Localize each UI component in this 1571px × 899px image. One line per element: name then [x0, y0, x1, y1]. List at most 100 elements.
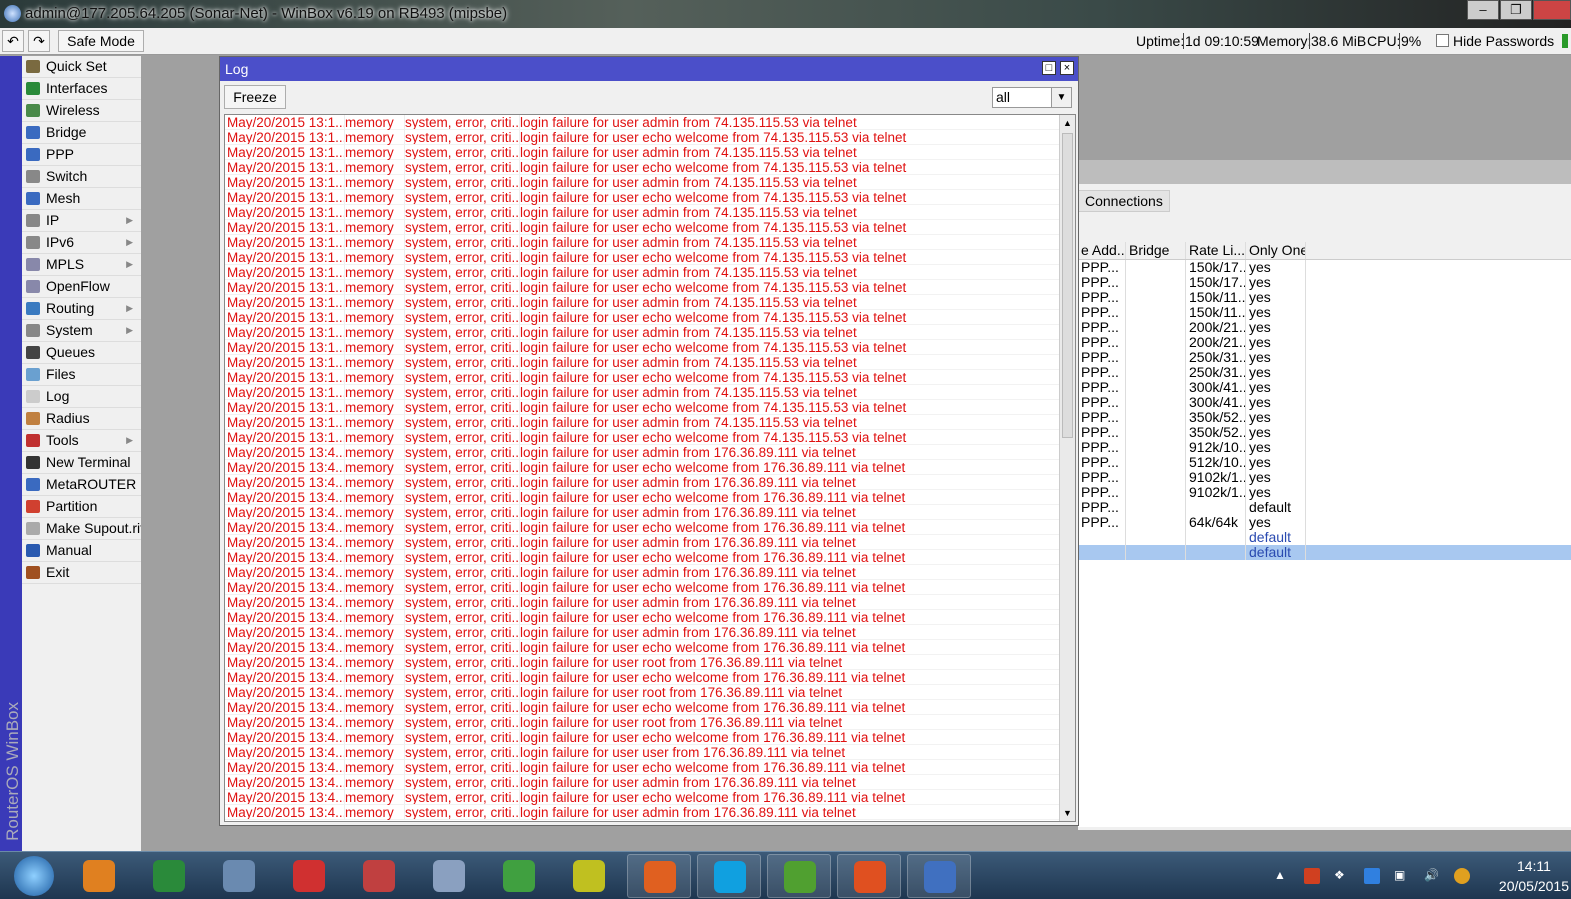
minimize-button[interactable]: –: [1467, 0, 1499, 20]
table-row[interactable]: PPP... 200k/21... yes: [1078, 335, 1571, 350]
taskbar-app-winbox[interactable]: [907, 854, 971, 898]
sidebar-item-wireless[interactable]: Wireless: [22, 100, 141, 122]
sidebar-item-ipv6[interactable]: IPv6 ▶: [22, 232, 141, 254]
sidebar-item-interfaces[interactable]: Interfaces: [22, 78, 141, 100]
log-row[interactable]: May/20/2015 13:4... memory system, error, …: [225, 670, 1075, 685]
dropbox-icon[interactable]: ❖: [1334, 868, 1350, 884]
log-row[interactable]: May/20/2015 13:1... memory system, error, …: [225, 370, 1075, 385]
table-row[interactable]: PPP... 512k/10... yes: [1078, 455, 1571, 470]
log-row[interactable]: May/20/2015 13:1... memory system, error, …: [225, 400, 1075, 415]
sidebar-item-exit[interactable]: Exit: [22, 562, 141, 584]
log-row[interactable]: May/20/2015 13:4... memory system, error, …: [225, 625, 1075, 640]
log-row[interactable]: May/20/2015 13:4... memory system, error, …: [225, 730, 1075, 745]
taskbar-app-spreadsheet[interactable]: [137, 854, 201, 898]
column-header[interactable]: Bridge: [1126, 242, 1186, 259]
sidebar-item-radius[interactable]: Radius: [22, 408, 141, 430]
log-row[interactable]: May/20/2015 13:4... memory system, error, …: [225, 640, 1075, 655]
log-row[interactable]: May/20/2015 13:4... memory system, error, …: [225, 445, 1075, 460]
log-row[interactable]: May/20/2015 13:1... memory system, error, …: [225, 265, 1075, 280]
volume-icon[interactable]: 🔊: [1424, 868, 1440, 884]
log-row[interactable]: May/20/2015 13:1... memory system, error, …: [225, 175, 1075, 190]
log-row[interactable]: May/20/2015 13:4... memory system, error, …: [225, 580, 1075, 595]
log-row[interactable]: May/20/2015 13:4... memory system, error, …: [225, 550, 1075, 565]
column-header[interactable]: Only One: [1246, 242, 1306, 259]
sidebar-item-ppp[interactable]: PPP: [22, 144, 141, 166]
log-row[interactable]: May/20/2015 13:1... memory system, error, …: [225, 310, 1075, 325]
log-row[interactable]: May/20/2015 13:4... memory system, error, …: [225, 745, 1075, 760]
log-row[interactable]: May/20/2015 13:1... memory system, error, …: [225, 250, 1075, 265]
redo-button[interactable]: ↷: [28, 30, 50, 52]
chevron-down-icon[interactable]: ▼: [1051, 88, 1071, 107]
table-row[interactable]: PPP... default: [1078, 500, 1571, 515]
show-hidden-icons[interactable]: ▲: [1274, 868, 1290, 884]
table-row[interactable]: PPP... 250k/31... yes: [1078, 350, 1571, 365]
log-row[interactable]: May/20/2015 13:1... memory system, error, …: [225, 115, 1075, 130]
taskbar-app-media-player[interactable]: [67, 854, 131, 898]
taskbar-app-skype[interactable]: [697, 854, 761, 898]
scroll-down-icon[interactable]: ▼: [1060, 805, 1075, 821]
table-row[interactable]: PPP... 200k/21... yes: [1078, 320, 1571, 335]
taskbar-app-network-tool[interactable]: [487, 854, 551, 898]
sidebar-item-switch[interactable]: Switch: [22, 166, 141, 188]
maximize-button[interactable]: ❐: [1500, 0, 1532, 20]
table-row[interactable]: default: [1078, 545, 1571, 560]
table-row[interactable]: PPP... 150k/11... yes: [1078, 305, 1571, 320]
log-row[interactable]: May/20/2015 13:4... memory system, error, …: [225, 490, 1075, 505]
taskbar-app-chrome[interactable]: [277, 854, 341, 898]
taskbar-app-snipping-tool[interactable]: [347, 854, 411, 898]
sidebar-item-routing[interactable]: Routing ▶: [22, 298, 141, 320]
table-row[interactable]: PPP... 300k/41... yes: [1078, 380, 1571, 395]
close-button[interactable]: [1533, 0, 1571, 20]
table-row[interactable]: PPP... 350k/52... yes: [1078, 425, 1571, 440]
tray-sync-icon[interactable]: [1364, 868, 1380, 884]
log-row[interactable]: May/20/2015 13:4... memory system, error, …: [225, 535, 1075, 550]
scroll-thumb[interactable]: [1062, 133, 1073, 438]
sidebar-item-partition[interactable]: Partition: [22, 496, 141, 518]
vertical-scrollbar[interactable]: ▲ ▼: [1059, 115, 1075, 821]
start-button[interactable]: [8, 854, 58, 898]
sidebar-item-log[interactable]: Log: [22, 386, 141, 408]
log-row[interactable]: May/20/2015 13:4... memory system, error, …: [225, 655, 1075, 670]
log-row[interactable]: May/20/2015 13:4... memory system, error, …: [225, 565, 1075, 580]
tray-alert-icon[interactable]: [1454, 868, 1470, 884]
sidebar-item-bridge[interactable]: Bridge: [22, 122, 141, 144]
log-row[interactable]: May/20/2015 13:1... memory system, error, …: [225, 190, 1075, 205]
log-row[interactable]: May/20/2015 13:4... memory system, error, …: [225, 805, 1075, 820]
table-row[interactable]: PPP... 350k/52... yes: [1078, 410, 1571, 425]
log-row[interactable]: May/20/2015 13:1... memory system, error, …: [225, 295, 1075, 310]
network-icon[interactable]: ▣: [1394, 868, 1410, 884]
log-row[interactable]: May/20/2015 13:1... memory system, error, …: [225, 235, 1075, 250]
log-row[interactable]: May/20/2015 13:4... memory system, error, …: [225, 700, 1075, 715]
log-row[interactable]: May/20/2015 13:1... memory system, error, …: [225, 130, 1075, 145]
log-row[interactable]: May/20/2015 13:1... memory system, error, …: [225, 160, 1075, 175]
log-row[interactable]: May/20/2015 13:4... memory system, error, …: [225, 505, 1075, 520]
log-row[interactable]: May/20/2015 13:1... memory system, error, …: [225, 355, 1075, 370]
log-row[interactable]: May/20/2015 13:1... memory system, error, …: [225, 220, 1075, 235]
freeze-button[interactable]: Freeze: [224, 85, 286, 109]
sidebar-item-metarouter[interactable]: MetaROUTER: [22, 474, 141, 496]
hide-passwords-checkbox[interactable]: [1436, 34, 1449, 47]
sidebar-item-system[interactable]: System ▶: [22, 320, 141, 342]
log-row[interactable]: May/20/2015 13:1... memory system, error, …: [225, 340, 1075, 355]
taskbar-app-utorrent[interactable]: [767, 854, 831, 898]
log-row[interactable]: May/20/2015 13:1... memory system, error, …: [225, 430, 1075, 445]
safe-mode-button[interactable]: Safe Mode: [58, 30, 144, 52]
table-row[interactable]: PPP... 9102k/1... yes: [1078, 485, 1571, 500]
column-header[interactable]: Rate Li...: [1186, 242, 1246, 259]
tray-app-icon[interactable]: [1304, 868, 1320, 884]
sidebar-item-files[interactable]: Files: [22, 364, 141, 386]
log-row[interactable]: May/20/2015 13:1... memory system, error, …: [225, 325, 1075, 340]
taskbar-app-mail[interactable]: [837, 854, 901, 898]
log-row[interactable]: May/20/2015 13:4... memory system, error, …: [225, 775, 1075, 790]
log-row[interactable]: May/20/2015 13:4... memory system, error, …: [225, 475, 1075, 490]
sidebar-item-mpls[interactable]: MPLS ▶: [22, 254, 141, 276]
log-row[interactable]: May/20/2015 13:4... memory system, error, …: [225, 790, 1075, 805]
log-row[interactable]: May/20/2015 13:4... memory system, error, …: [225, 610, 1075, 625]
close-log-button[interactable]: ×: [1060, 61, 1074, 75]
taskbar-app-virtualbox[interactable]: [207, 854, 271, 898]
log-row[interactable]: May/20/2015 13:1... memory system, error, …: [225, 205, 1075, 220]
log-row[interactable]: May/20/2015 13:1... memory system, error, …: [225, 145, 1075, 160]
table-row[interactable]: PPP... 150k/17... yes: [1078, 275, 1571, 290]
log-row[interactable]: May/20/2015 13:1... memory system, error, …: [225, 385, 1075, 400]
taskbar-app-calculator[interactable]: [417, 854, 481, 898]
